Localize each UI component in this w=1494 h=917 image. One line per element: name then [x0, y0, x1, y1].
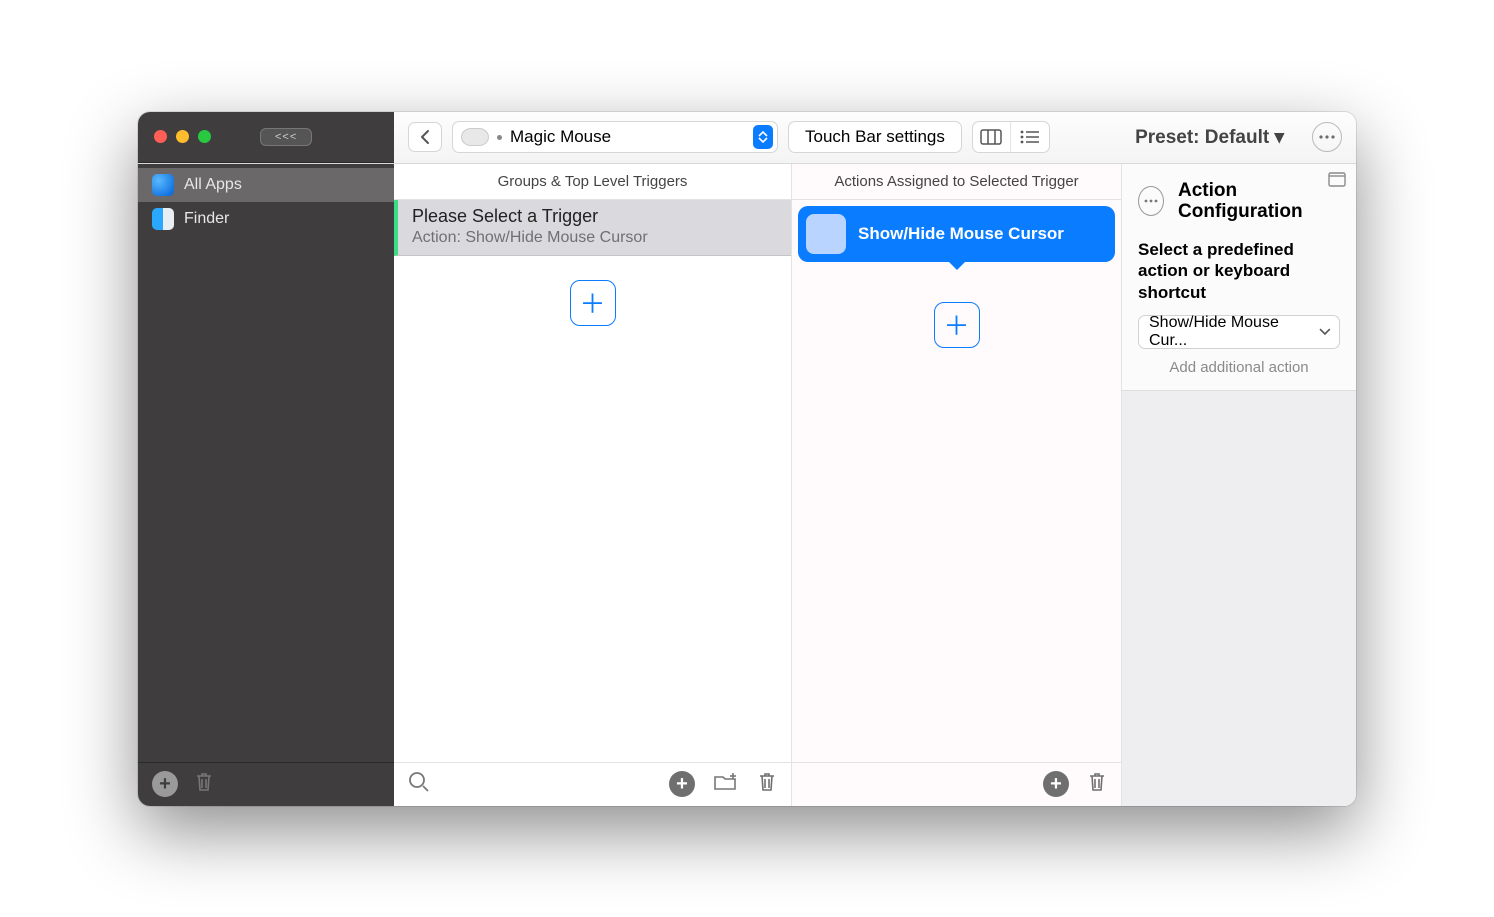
- trash-icon: [194, 771, 214, 793]
- trigger-title: Please Select a Trigger: [412, 206, 777, 227]
- toolbar-main: Magic Mouse Touch Bar settings Preset: D…: [394, 121, 1356, 153]
- action-chip-thumb: [806, 214, 846, 254]
- view-list-button[interactable]: [1011, 122, 1049, 152]
- inspector-subtitle: Select a predefined action or keyboard s…: [1138, 239, 1340, 303]
- list-icon: [1020, 130, 1040, 144]
- trash-icon: [757, 771, 777, 793]
- triggers-header: Groups & Top Level Triggers: [394, 164, 791, 200]
- more-menu-button[interactable]: [1312, 122, 1342, 152]
- triggers-add-button[interactable]: +: [669, 771, 695, 797]
- inspector-panel: Action Configuration Select a predefined…: [1122, 164, 1356, 806]
- window-icon: [1328, 172, 1346, 187]
- window-body: All Apps Finder + Groups & Top Level Tri…: [138, 164, 1356, 806]
- trigger-subtitle: Action: Show/Hide Mouse Cursor: [412, 229, 777, 247]
- search-button[interactable]: [408, 771, 430, 798]
- inspector-title: Action Configuration: [1178, 180, 1340, 224]
- chevron-down-icon: [1319, 328, 1331, 336]
- close-window-button[interactable]: [154, 130, 167, 143]
- action-select[interactable]: Show/Hide Mouse Cur...: [1138, 315, 1340, 349]
- app-window: <<< Magic Mouse Touch Bar settings: [138, 112, 1356, 806]
- sidebar-item-finder[interactable]: Finder: [138, 202, 394, 236]
- globe-icon: [152, 174, 174, 196]
- dot-icon: [497, 135, 502, 140]
- mouse-icon: [461, 128, 489, 146]
- finder-icon: [152, 208, 174, 230]
- touch-bar-settings-button[interactable]: Touch Bar settings: [788, 121, 962, 153]
- minimize-window-button[interactable]: [176, 130, 189, 143]
- action-config-icon: [1138, 186, 1164, 216]
- triggers-body: Please Select a Trigger Action: Show/Hid…: [394, 200, 791, 762]
- add-additional-action-link[interactable]: Add additional action: [1138, 359, 1340, 376]
- sidebar-list: All Apps Finder: [138, 164, 394, 762]
- inspector-body: [1122, 391, 1356, 806]
- plus-icon: ＋: [579, 284, 605, 321]
- device-select-stepper[interactable]: [753, 125, 773, 149]
- trash-icon: [1087, 771, 1107, 793]
- action-select-value: Show/Hide Mouse Cur...: [1149, 314, 1319, 350]
- triggers-column: Groups & Top Level Triggers Please Selec…: [394, 164, 792, 806]
- view-mode-segment: [972, 121, 1050, 153]
- sidebar-item-label: Finder: [184, 210, 229, 228]
- sidebar-item-label: All Apps: [184, 176, 242, 194]
- action-chip[interactable]: Show/Hide Mouse Cursor: [798, 206, 1115, 262]
- ellipsis-icon: [1144, 199, 1158, 203]
- triggers-new-group-button[interactable]: [713, 771, 739, 798]
- device-select-label: Magic Mouse: [510, 127, 611, 147]
- actions-column: Actions Assigned to Selected Trigger Sho…: [792, 164, 1122, 806]
- add-trigger-button[interactable]: ＋: [570, 280, 616, 326]
- actions-footer: +: [792, 762, 1121, 806]
- add-action-button[interactable]: ＋: [934, 302, 980, 348]
- sidebar-add-button[interactable]: +: [152, 771, 178, 797]
- sidebar-item-all-apps[interactable]: All Apps: [138, 168, 394, 202]
- sidebar-footer: +: [138, 762, 394, 806]
- popout-button[interactable]: [1328, 172, 1346, 192]
- folder-plus-icon: [713, 771, 739, 793]
- nav-back-button[interactable]: [408, 122, 442, 152]
- sidebar: All Apps Finder +: [138, 164, 394, 806]
- triggers-footer: +: [394, 762, 791, 806]
- trigger-row[interactable]: Please Select a Trigger Action: Show/Hid…: [394, 200, 791, 256]
- ellipsis-icon: [1319, 135, 1335, 139]
- actions-add-button[interactable]: +: [1043, 771, 1069, 797]
- chevron-left-icon: [420, 129, 431, 145]
- actions-delete-button[interactable]: [1087, 771, 1107, 798]
- inspector-top: Action Configuration Select a predefined…: [1122, 164, 1356, 391]
- titlebar-traffic-area: <<<: [138, 112, 394, 163]
- sidebar-delete-button[interactable]: [194, 771, 214, 798]
- collapse-sidebar-button[interactable]: <<<: [260, 128, 312, 146]
- search-icon: [408, 771, 430, 793]
- zoom-window-button[interactable]: [198, 130, 211, 143]
- device-select[interactable]: Magic Mouse: [452, 121, 778, 153]
- preset-selector[interactable]: Preset: Default ▾: [1135, 126, 1284, 149]
- toolbar: <<< Magic Mouse Touch Bar settings: [138, 112, 1356, 164]
- action-chip-label: Show/Hide Mouse Cursor: [858, 224, 1064, 244]
- triggers-delete-button[interactable]: [757, 771, 777, 798]
- plus-icon: ＋: [943, 306, 969, 343]
- actions-header: Actions Assigned to Selected Trigger: [792, 164, 1121, 200]
- actions-body: Show/Hide Mouse Cursor ＋: [792, 200, 1121, 762]
- columns-icon: [980, 129, 1002, 145]
- view-columns-button[interactable]: [973, 122, 1011, 152]
